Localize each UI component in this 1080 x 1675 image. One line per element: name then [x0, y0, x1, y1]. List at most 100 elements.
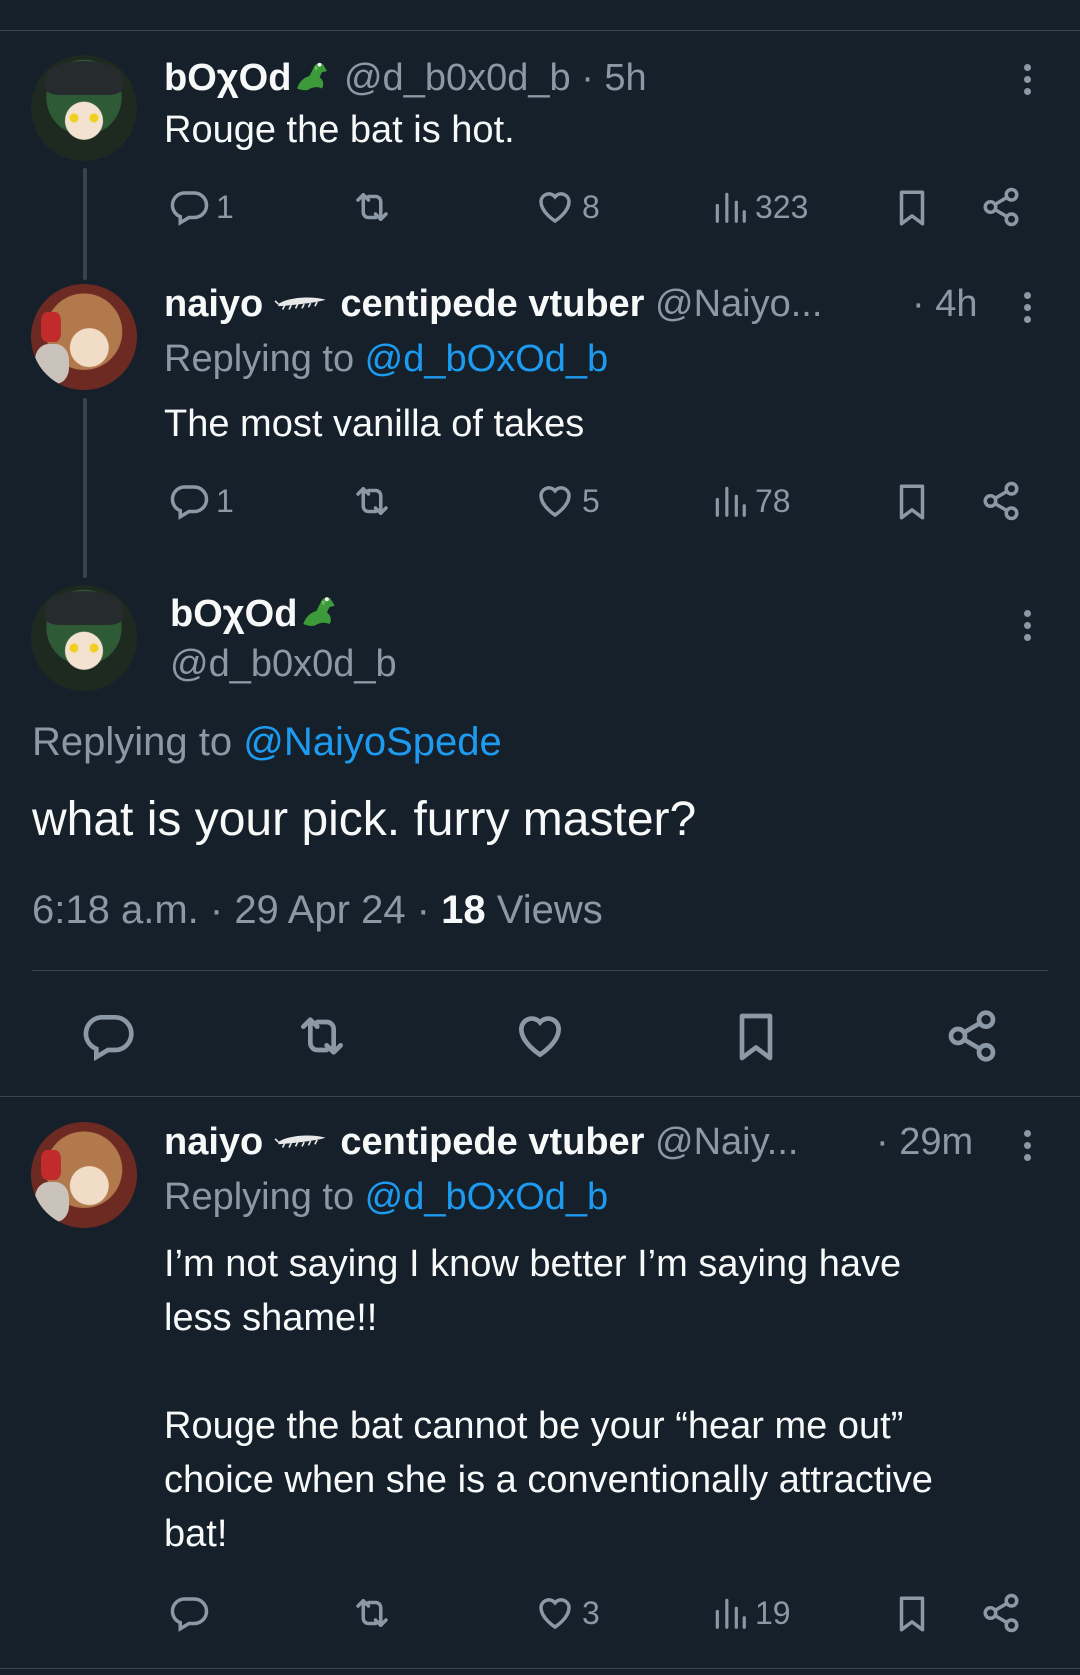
like-icon [534, 1592, 576, 1634]
share-button[interactable] [980, 1592, 1022, 1634]
bookmark-icon [891, 480, 933, 524]
retweet-icon [294, 1008, 350, 1064]
like-icon [534, 480, 576, 522]
display-name-suffix[interactable]: centipede vtuber [340, 283, 644, 325]
alligator-emoji-icon [297, 590, 341, 632]
handle[interactable]: @d_b0x0d_b [344, 57, 571, 99]
thread-line [83, 398, 87, 578]
tweet-date[interactable]: 29 Apr 24 [234, 888, 405, 932]
replying-to-label: Replying to [32, 720, 244, 764]
bookmark-button[interactable] [728, 1008, 784, 1071]
reply-icon [168, 480, 210, 522]
views-count: 323 [755, 188, 809, 225]
views-button[interactable]: 19 [711, 1592, 791, 1634]
more-icon[interactable] [1017, 1126, 1037, 1166]
share-icon [944, 1008, 1000, 1064]
share-icon [980, 1592, 1022, 1634]
like-count: 5 [582, 482, 600, 519]
views-count: 19 [755, 1594, 791, 1631]
replying-to-label: Replying to [164, 338, 365, 380]
views-button[interactable]: 78 [711, 480, 791, 522]
bookmark-button[interactable] [891, 186, 933, 230]
handle[interactable]: @Naiyo... [655, 283, 822, 325]
reply-button[interactable]: 1 [168, 186, 234, 228]
tweet-header: bOχOd @d_b0x0d_b · 5h [164, 56, 647, 100]
like-button[interactable]: 3 [534, 1592, 600, 1634]
tweet-text: Rouge the bat is hot. [164, 109, 515, 151]
retweet-icon [351, 186, 393, 228]
retweet-button[interactable] [351, 186, 393, 228]
retweet-icon [351, 480, 393, 522]
display-name[interactable]: bOχOd [170, 593, 297, 635]
more-icon[interactable] [1017, 606, 1037, 646]
share-icon [980, 480, 1022, 522]
meta-divider [32, 970, 1048, 971]
reply-button[interactable] [80, 1008, 136, 1069]
bookmark-icon [728, 1008, 784, 1066]
timestamp[interactable]: · 29m [876, 1120, 973, 1164]
section-divider [0, 1096, 1080, 1097]
mention-link[interactable]: @NaiyoSpede [243, 720, 502, 764]
share-button[interactable] [944, 1008, 1000, 1069]
tweet-header: naiyo centipede vtuber @Naiyo... [164, 282, 822, 326]
display-name-suffix[interactable]: centipede vtuber [340, 1121, 644, 1163]
views-icon [711, 480, 749, 522]
mention-link[interactable]: @d_bOxOd_b [365, 338, 609, 380]
reply-icon [80, 1008, 136, 1064]
views-icon [711, 186, 749, 228]
share-button[interactable] [980, 186, 1022, 228]
bottom-divider [0, 1668, 1080, 1669]
tweet-text: I’m not saying I know better I’m saying … [164, 1243, 933, 1555]
views-label: Views [496, 888, 603, 932]
main-tweet-text: what is your pick. furry master? [32, 793, 697, 846]
like-button[interactable]: 5 [534, 480, 600, 522]
views-count: 18 [441, 888, 486, 932]
reply-button[interactable] [168, 1592, 210, 1634]
reply-count: 1 [216, 188, 234, 225]
tweet-time[interactable]: 6:18 a.m. [32, 888, 199, 932]
like-button[interactable]: 8 [534, 186, 600, 228]
retweet-icon [351, 1592, 393, 1634]
display-name[interactable]: naiyo [164, 1121, 263, 1163]
replying-to: Replying to @d_bOxOd_b [164, 338, 608, 381]
views-count: 78 [755, 482, 791, 519]
like-icon [534, 186, 576, 228]
avatar[interactable] [31, 55, 137, 161]
bookmark-button[interactable] [891, 480, 933, 524]
share-button[interactable] [980, 480, 1022, 522]
centipede-emoji-icon [274, 292, 330, 314]
reply-icon [168, 186, 210, 228]
retweet-button[interactable] [351, 480, 393, 522]
main-display-name-row: bOχOd [170, 590, 341, 636]
bookmark-button[interactable] [891, 1592, 933, 1636]
views-button[interactable]: 323 [711, 186, 808, 228]
retweet-button[interactable] [294, 1008, 350, 1069]
replying-to: Replying to @NaiyoSpede [32, 720, 502, 765]
replying-to: Replying to @d_bOxOd_b [164, 1176, 608, 1219]
alligator-emoji-icon [291, 56, 333, 96]
like-button[interactable] [512, 1008, 568, 1069]
display-name[interactable]: naiyo [164, 283, 263, 325]
bookmark-icon [891, 186, 933, 230]
more-icon[interactable] [1017, 288, 1037, 328]
mention-link[interactable]: @d_bOxOd_b [365, 1176, 609, 1218]
like-count: 8 [582, 188, 600, 225]
reply-count: 1 [216, 482, 234, 519]
avatar[interactable] [31, 1122, 137, 1228]
retweet-button[interactable] [351, 1592, 393, 1634]
top-divider [0, 30, 1080, 31]
timestamp[interactable]: · 5h [581, 57, 646, 99]
handle[interactable]: @Naiy... [655, 1121, 798, 1163]
reply-icon [168, 1592, 210, 1634]
tweet-meta: 6:18 a.m. · 29 Apr 24 · 18 Views [32, 888, 603, 932]
handle[interactable]: @d_b0x0d_b [170, 642, 397, 686]
like-count: 3 [582, 1594, 600, 1631]
bookmark-icon [891, 1592, 933, 1636]
avatar[interactable] [31, 585, 137, 691]
tweet-text: The most vanilla of takes [164, 403, 585, 445]
timestamp[interactable]: · 4h [912, 282, 977, 326]
reply-button[interactable]: 1 [168, 480, 234, 522]
more-icon[interactable] [1017, 60, 1037, 100]
avatar[interactable] [31, 284, 137, 390]
display-name[interactable]: bOχOd [164, 57, 291, 99]
